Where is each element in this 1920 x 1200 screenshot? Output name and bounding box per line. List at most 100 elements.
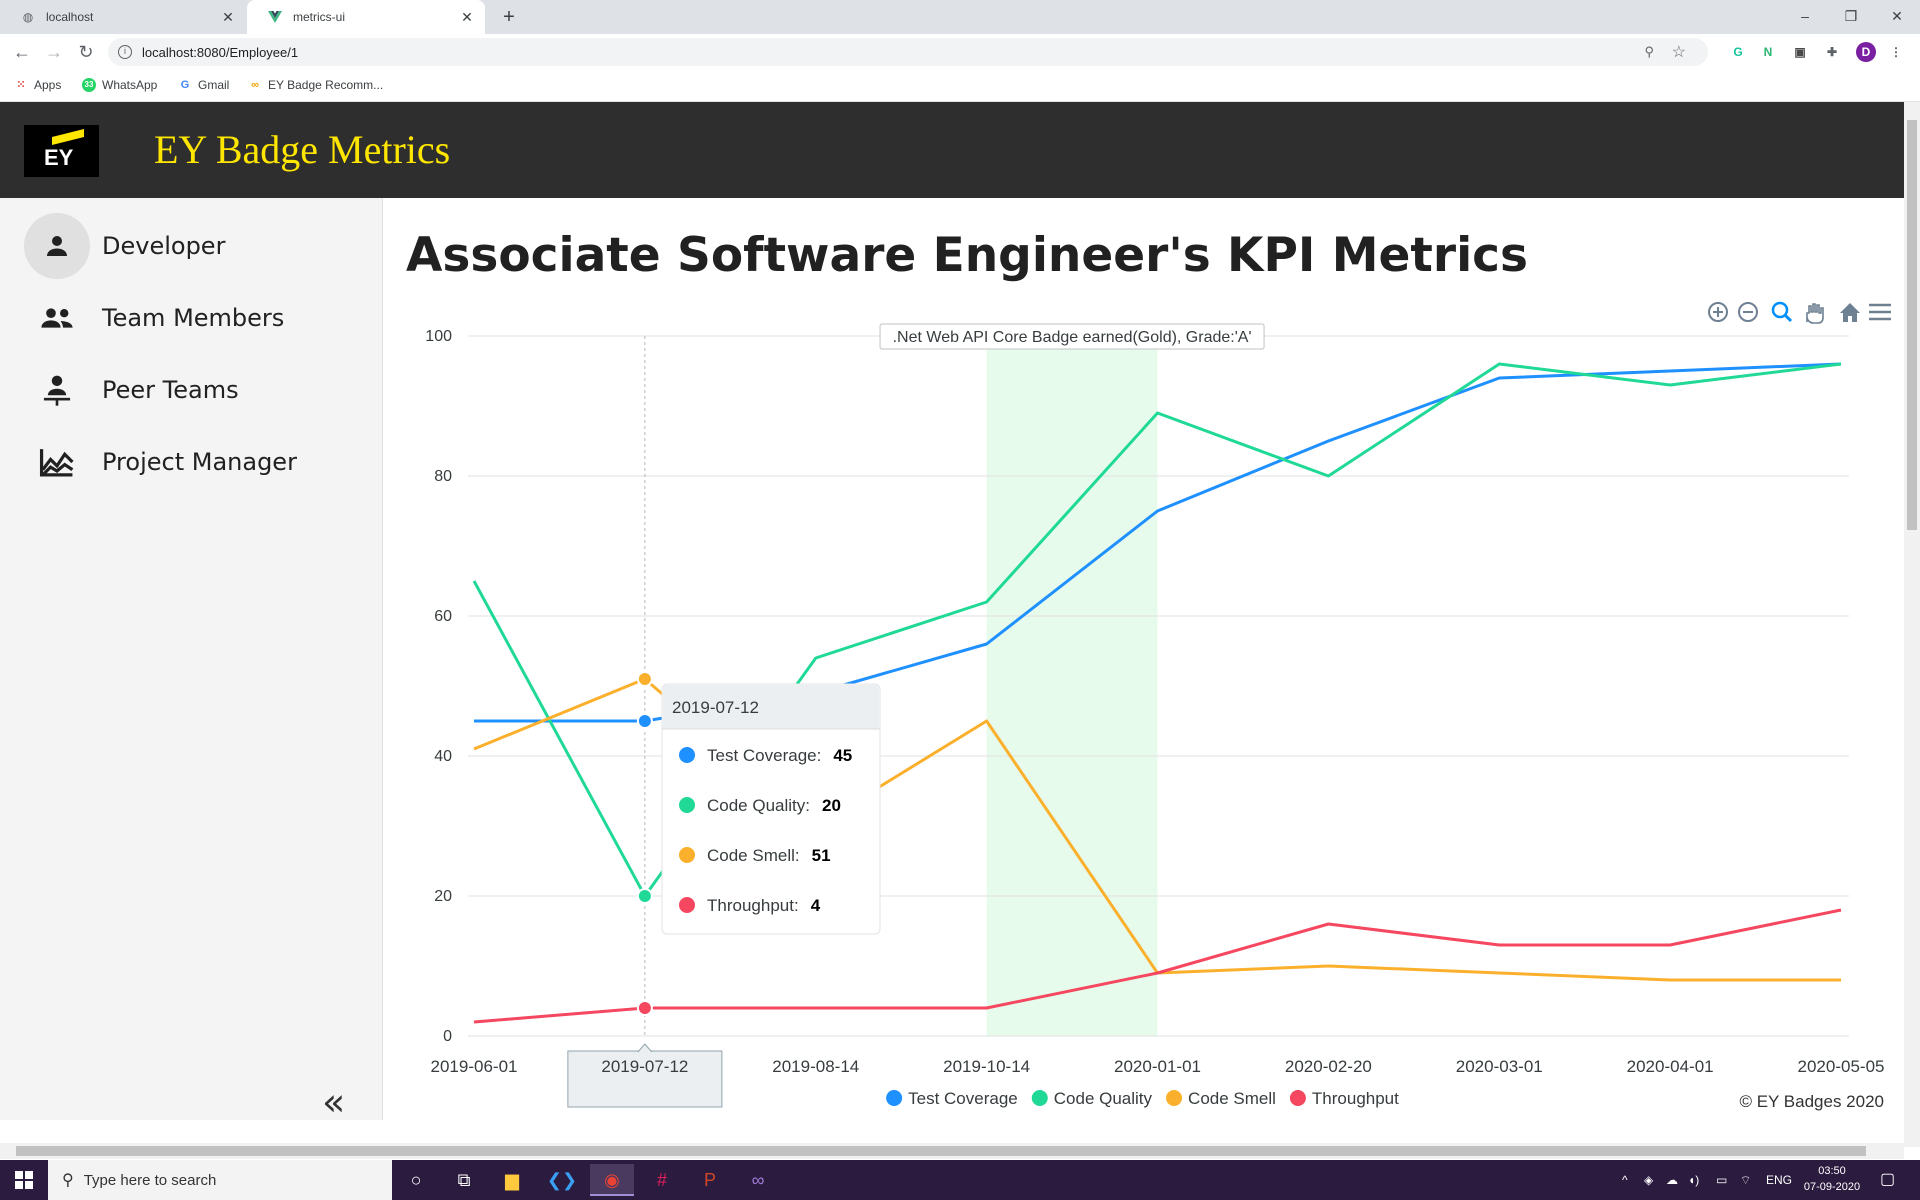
new-tab-button[interactable]: + xyxy=(496,4,522,30)
extension-clipboard-icon[interactable]: ▣ xyxy=(1790,42,1810,62)
profile-avatar[interactable]: D xyxy=(1856,42,1876,62)
selection-zoom-icon[interactable] xyxy=(1771,301,1793,323)
bookmark-label: EY Badge Recomm... xyxy=(268,78,384,92)
visual-studio-icon[interactable]: ∞ xyxy=(736,1164,780,1196)
tooltip-marker xyxy=(679,847,695,863)
bookmark-ey-badge[interactable]: ∞ EY Badge Recomm... xyxy=(248,78,383,92)
close-tab-icon[interactable]: ✕ xyxy=(459,9,475,26)
sidebar-item-team-members[interactable]: Team Members xyxy=(24,285,364,351)
legend-label[interactable]: Test Coverage xyxy=(908,1089,1018,1108)
tooltip-title: 2019-07-12 xyxy=(672,698,759,717)
annotation-label: .Net Web API Core Badge earned(Gold), Gr… xyxy=(893,329,1252,346)
minimize-button[interactable]: – xyxy=(1782,0,1828,34)
battery-icon[interactable]: ▭ xyxy=(1716,1160,1727,1200)
sidebar-item-peer-teams[interactable]: Peer Teams xyxy=(24,357,364,423)
tooltip-marker xyxy=(679,897,695,913)
notification-icon[interactable]: ▢ xyxy=(1880,1160,1895,1200)
slack-icon[interactable]: # xyxy=(640,1164,684,1196)
main-content: Associate Software Engineer's KPI Metric… xyxy=(384,198,1904,1120)
collapse-sidebar-button[interactable]: « xyxy=(322,1080,345,1124)
address-bar[interactable]: i localhost:8080/Employee/1 ⚲ ☆ xyxy=(108,38,1708,66)
url-text: localhost:8080/Employee/1 xyxy=(142,44,299,60)
tray-app-icon[interactable]: ◈ xyxy=(1644,1160,1653,1200)
tab-metrics-ui[interactable]: metrics-ui ✕ xyxy=(247,0,485,34)
bookmarks-bar: ⁙ Apps 33 WhatsApp G Gmail ∞ EY Badge Re… xyxy=(0,70,1920,102)
onedrive-icon[interactable]: ☁ xyxy=(1666,1160,1678,1200)
volume-icon[interactable]: ◖) xyxy=(1688,1160,1699,1200)
legend-marker[interactable] xyxy=(1166,1090,1183,1106)
legend-label[interactable]: Code Smell xyxy=(1188,1089,1276,1108)
browser-tab-strip: ◍ localhost ✕ metrics-ui ✕ + – ❐ ✕ xyxy=(0,0,1920,34)
back-arrow-icon[interactable]: ← xyxy=(8,38,36,66)
powerpoint-icon[interactable]: P xyxy=(688,1164,732,1196)
forward-arrow-icon[interactable]: → xyxy=(40,38,68,66)
legend-label[interactable]: Throughput xyxy=(1312,1089,1399,1108)
windows-taskbar: ⚲ Type here to search ○ ⧉ ▆ ❮❯ ◉ # P ∞ ^… xyxy=(0,1160,1920,1200)
zoom-out-icon[interactable] xyxy=(1738,302,1758,322)
menu-icon[interactable] xyxy=(1869,303,1891,321)
data-point-marker[interactable] xyxy=(636,713,653,729)
reset-home-icon[interactable] xyxy=(1840,303,1860,322)
tray-chevron-icon[interactable]: ^ xyxy=(1622,1160,1628,1200)
vue-logo-icon xyxy=(267,9,283,25)
data-point-marker[interactable] xyxy=(636,888,653,904)
ey-badge-icon: ∞ xyxy=(251,79,259,91)
x-tick-label: 2019-06-01 xyxy=(431,1057,518,1076)
x-tick-label: 2020-03-01 xyxy=(1456,1057,1543,1076)
restore-button[interactable]: ❐ xyxy=(1828,0,1874,34)
tab-localhost[interactable]: ◍ localhost ✕ xyxy=(0,0,246,34)
task-view-icon[interactable]: ⧉ xyxy=(442,1164,486,1196)
taskbar-search-field[interactable]: ⚲ Type here to search xyxy=(48,1160,392,1200)
vertical-scrollbar[interactable] xyxy=(1904,102,1920,1147)
cortana-icon[interactable]: ○ xyxy=(394,1164,438,1196)
legend-label[interactable]: Code Quality xyxy=(1054,1089,1153,1108)
browser-menu-icon[interactable]: ⋮ xyxy=(1886,42,1906,62)
legend-marker[interactable] xyxy=(1289,1090,1306,1106)
bookmark-star-icon[interactable]: ☆ xyxy=(1672,42,1686,62)
zoom-magnifier-icon[interactable]: ⚲ xyxy=(1644,44,1654,60)
bookmark-apps[interactable]: ⁙ Apps xyxy=(14,78,61,92)
ey-logo-beam xyxy=(52,129,84,145)
close-window-button[interactable]: ✕ xyxy=(1874,0,1920,34)
ey-logo[interactable]: EY xyxy=(24,125,99,177)
kpi-line-chart[interactable]: 0 20 40 60 80 100 2019-06-01 2019-07-12 2019-08-… xyxy=(384,198,1904,1120)
system-clock[interactable]: 03:50 07-09-2020 xyxy=(1796,1163,1868,1195)
bookmark-whatsapp[interactable]: 33 WhatsApp xyxy=(82,78,157,92)
y-tick-label: 20 xyxy=(434,888,452,905)
data-point-marker[interactable] xyxy=(636,671,653,687)
tooltip-marker xyxy=(679,797,695,813)
x-axis-hover-pointer xyxy=(637,1043,653,1053)
legend-marker[interactable] xyxy=(1031,1090,1048,1106)
pan-icon[interactable] xyxy=(1806,303,1824,324)
trend-chart-icon xyxy=(24,429,90,495)
y-tick-label: 40 xyxy=(434,748,452,765)
sidebar-item-project-manager[interactable]: Project Manager xyxy=(24,429,364,495)
bookmark-gmail[interactable]: G Gmail xyxy=(178,78,230,92)
close-tab-icon[interactable]: ✕ xyxy=(220,9,236,26)
horizontal-scrollbar[interactable] xyxy=(0,1143,1904,1159)
reload-icon[interactable]: ↻ xyxy=(72,38,100,66)
site-info-icon[interactable]: i xyxy=(118,45,132,59)
tooltip-value: 51 xyxy=(812,846,831,865)
scroll-thumb[interactable] xyxy=(16,1146,1866,1156)
vscode-icon[interactable]: ❮❯ xyxy=(540,1164,584,1196)
extension-n-icon[interactable]: N xyxy=(1758,42,1778,62)
sidebar-item-developer[interactable]: Developer xyxy=(24,213,364,279)
chrome-icon[interactable]: ◉ xyxy=(590,1164,634,1196)
tab-title: localhost xyxy=(46,10,94,24)
clock-time: 03:50 xyxy=(1818,1165,1846,1177)
legend-marker[interactable] xyxy=(886,1090,903,1106)
language-indicator[interactable]: ENG xyxy=(1766,1160,1792,1200)
tooltip-marker xyxy=(679,747,695,763)
file-explorer-icon[interactable]: ▆ xyxy=(490,1164,534,1196)
zoom-in-icon[interactable] xyxy=(1708,302,1728,322)
scroll-thumb[interactable] xyxy=(1907,120,1917,530)
data-point-marker[interactable] xyxy=(636,1000,653,1016)
windows-start-icon[interactable] xyxy=(0,1160,48,1200)
y-tick-label: 60 xyxy=(434,608,452,625)
wifi-icon[interactable]: ⌔ xyxy=(1740,1160,1751,1200)
y-tick-label: 80 xyxy=(434,468,452,485)
ey-logo-text: EY xyxy=(44,145,74,170)
grammarly-extension-icon[interactable]: G xyxy=(1728,42,1748,62)
extensions-puzzle-icon[interactable]: ✚ xyxy=(1822,42,1842,62)
